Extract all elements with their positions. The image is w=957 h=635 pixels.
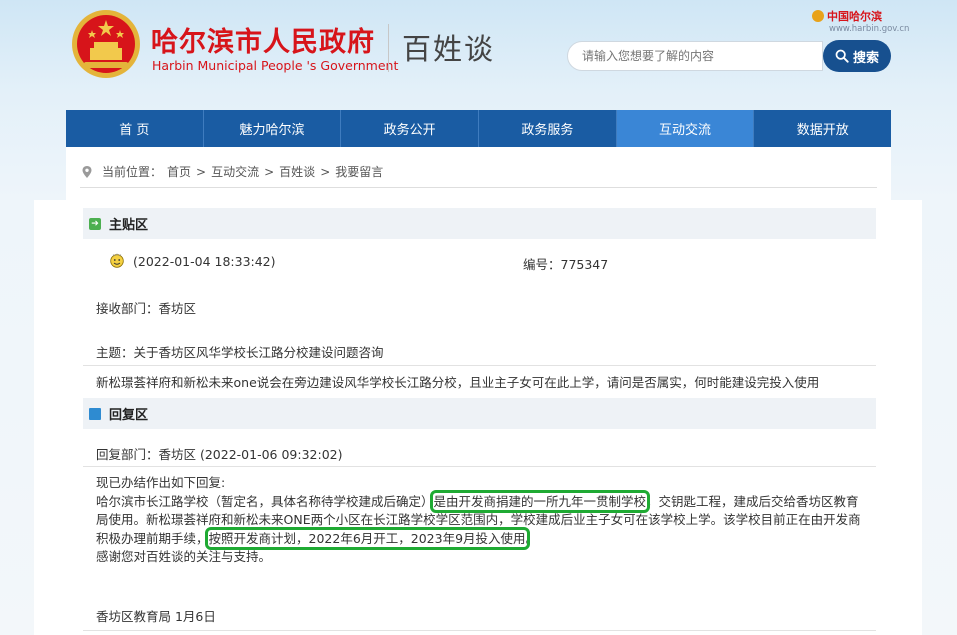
column-title: 百姓谈: [402, 32, 496, 66]
reply-line-thanks: 感谢您对百姓谈的关注与支持。: [96, 549, 272, 564]
search-icon: [835, 49, 849, 63]
post-section-title: 主贴区: [109, 218, 149, 233]
post-number: 编号：775347: [523, 257, 609, 272]
search-input[interactable]: [567, 41, 823, 71]
nav-item-gov-affairs[interactable]: 政务公开: [341, 110, 480, 147]
reply-text: 。: [525, 530, 539, 546]
search-button-label: 搜索: [852, 50, 879, 66]
breadcrumb-prefix: 当前位置：: [102, 165, 163, 179]
message-content: ➔ 主贴区 (2022-01-04 18:33:42) 编号：775347 接收…: [34, 200, 922, 635]
location-pin-icon: [82, 165, 92, 178]
reply-section-header: 回复区: [83, 398, 876, 429]
reply-department-time: 回复部门：香坊区 (2022-01-06 09:32:02): [96, 447, 343, 462]
nav-item-interaction[interactable]: 互动交流: [616, 110, 755, 147]
breadcrumb-home[interactable]: 首页: [167, 163, 191, 180]
search-button[interactable]: 搜索: [823, 40, 891, 72]
reply-line-intro: 现已办结作出如下回复:: [96, 475, 226, 490]
nav-item-charm-harbin[interactable]: 魅力哈尔滨: [204, 110, 342, 147]
breadcrumb-baixingtan[interactable]: 百姓谈: [279, 163, 315, 180]
site-name: 哈尔滨市人民政府: [151, 27, 375, 58]
signature-divider: [83, 630, 876, 631]
national-emblem-icon: [72, 10, 140, 78]
breadcrumb-separator: >: [196, 164, 207, 179]
nav-item-home[interactable]: 首 页: [66, 110, 204, 147]
highlight-schedule: 按照开发商计划，2022年6月开工，2023年9月投入使用: [204, 526, 530, 550]
breadcrumb-interaction[interactable]: 互动交流: [211, 163, 259, 180]
site-header: 哈尔滨市人民政府 Harbin Municipal People 's Gove…: [0, 0, 957, 110]
breadcrumb-separator: >: [264, 164, 275, 179]
site-name-english: Harbin Municipal People 's Government: [152, 58, 399, 73]
breadcrumb-leave-message[interactable]: 我要留言: [335, 163, 383, 180]
post-divider: [83, 365, 876, 366]
post-department: 接收部门：香坊区: [96, 301, 197, 316]
square-bullet-icon: [89, 407, 101, 420]
breadcrumb-divider: [80, 187, 877, 188]
china-harbin-label: 中国哈尔滨: [827, 10, 882, 23]
arrow-right-icon: ➔: [89, 217, 101, 230]
post-time: (2022-01-04 18:33:42): [133, 254, 276, 269]
highlight-school-type: 是由开发商捐建的一所九年一贯制学校: [429, 489, 651, 513]
china-harbin-link[interactable]: 中国哈尔滨: [812, 8, 882, 24]
breadcrumb: 当前位置： 首页 > 互动交流 > 百姓谈 > 我要留言: [80, 163, 388, 180]
nav-item-open-data[interactable]: 数据开放: [754, 110, 891, 147]
post-body: 新松璟荟祥府和新松未来one说会在旁边建设风华学校长江路分校，且业主子女可在此上…: [96, 375, 820, 390]
post-section-header: ➔ 主贴区: [83, 208, 876, 239]
reply-section-title: 回复区: [109, 408, 149, 423]
reply-signature: 香坊区教育局 1月6日: [96, 609, 216, 624]
breadcrumb-separator: >: [320, 164, 331, 179]
smiley-avatar-icon: [110, 253, 124, 268]
breadcrumb-panel: 当前位置： 首页 > 互动交流 > 百姓谈 > 我要留言: [66, 147, 891, 200]
post-subject: 主题：关于香坊区风华学校长江路分校建设问题咨询: [96, 345, 384, 360]
reply-body: 现已办结作出如下回复: 哈尔滨市长江路学校（暂定名，具体名称待学校建成后确定）是…: [96, 474, 866, 567]
header-divider: [388, 24, 389, 72]
reply-line-main: 哈尔滨市长江路学校（暂定名，具体名称待学校建成后确定）是由开发商捐建的一所九年一…: [96, 489, 866, 550]
nav-item-gov-services[interactable]: 政务服务: [479, 110, 617, 147]
harbin-logo-icon: [812, 10, 824, 22]
site-domain: www.harbin.gov.cn: [829, 24, 910, 34]
main-nav: 首 页 魅力哈尔滨 政务公开 政务服务 互动交流 数据开放: [66, 110, 891, 147]
reply-divider: [83, 466, 876, 467]
reply-text: 哈尔滨市长江路学校（暂定名，具体名称待学校建成后确定）: [96, 493, 434, 509]
